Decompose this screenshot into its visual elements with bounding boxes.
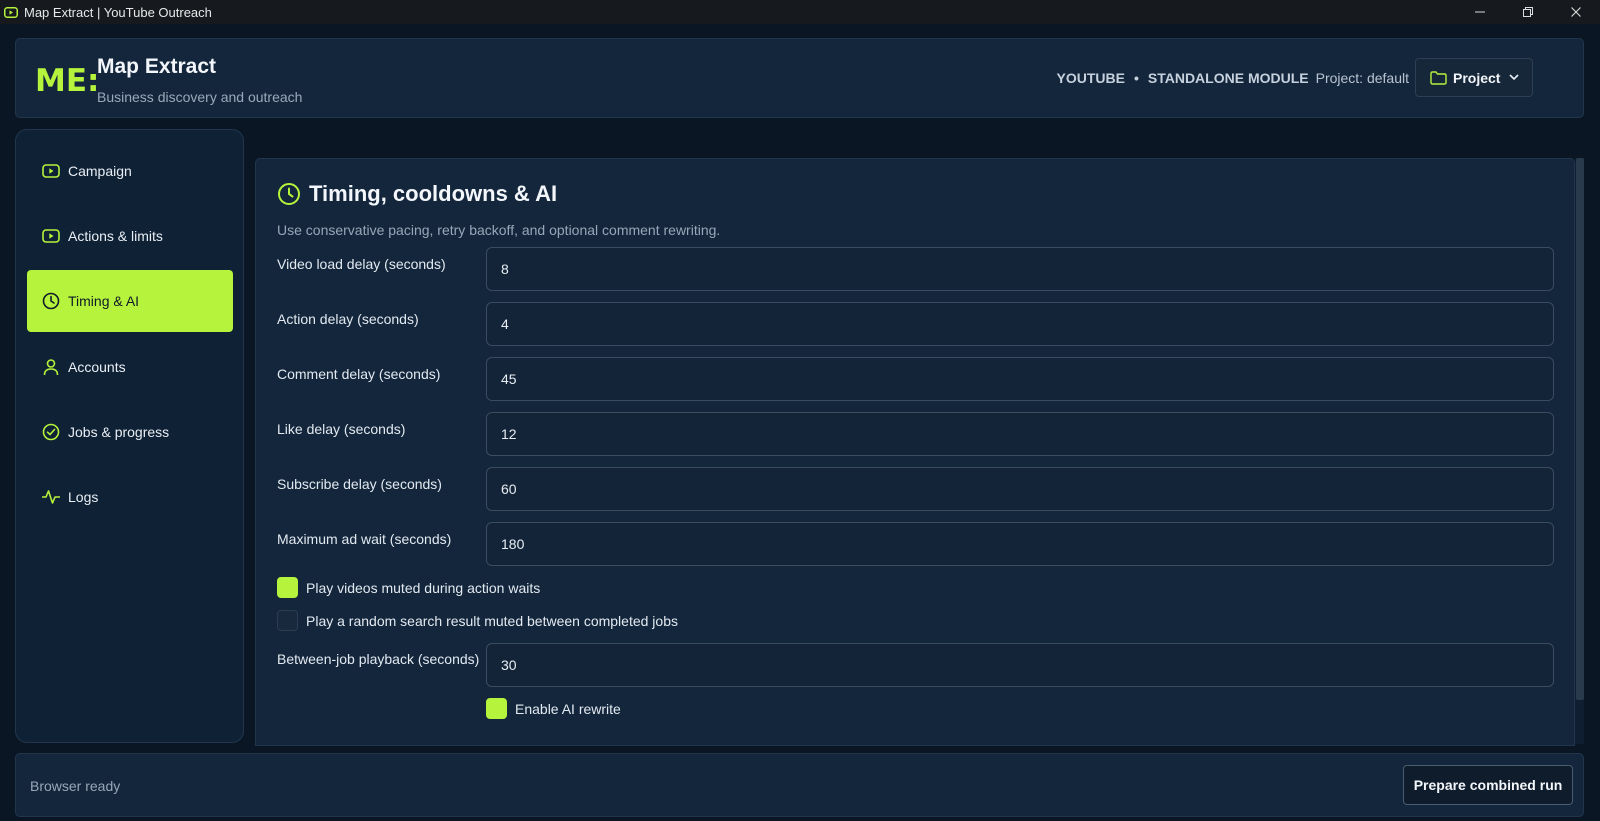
minimize-button[interactable]	[1456, 0, 1504, 24]
platform-label: YOUTUBE	[1056, 70, 1125, 86]
max-ad-wait-label: Maximum ad wait (seconds)	[277, 531, 452, 547]
scrollbar-thumb[interactable]	[1576, 158, 1584, 700]
random-search-checkbox[interactable]	[277, 610, 298, 631]
subscribe-delay-label: Subscribe delay (seconds)	[277, 476, 442, 492]
sidebar-item-label: Actions & limits	[68, 228, 163, 244]
play-muted-row[interactable]: Play videos muted during action waits	[277, 577, 540, 598]
app-logo: ME:	[35, 63, 100, 99]
activity-icon	[41, 487, 61, 507]
like-delay-label: Like delay (seconds)	[277, 421, 406, 437]
folder-icon	[1430, 70, 1447, 85]
section-title: Timing, cooldowns & AI	[277, 181, 557, 207]
app-header: ME: Map Extract Business discovery and o…	[15, 38, 1584, 118]
sidebar-item-actions-limits[interactable]: Actions & limits	[27, 205, 233, 267]
app-title: Map Extract	[97, 55, 217, 78]
like-delay-input[interactable]	[486, 412, 1554, 456]
module-info: YOUTUBE • STANDALONE MODULE Project: def…	[1057, 70, 1409, 86]
sidebar-item-label: Campaign	[68, 163, 132, 179]
section-description: Use conservative pacing, retry backoff, …	[277, 222, 721, 238]
settings-panel: Timing, cooldowns & AI Use conservative …	[255, 158, 1575, 746]
random-search-label: Play a random search result muted betwee…	[306, 612, 678, 629]
sidebar-item-label: Accounts	[68, 359, 126, 375]
section-title-text: Timing, cooldowns & AI	[309, 181, 558, 206]
status-text: Browser ready	[30, 778, 121, 794]
sidebar-item-jobs-progress[interactable]: Jobs & progress	[27, 401, 233, 463]
sidebar-item-campaign[interactable]: Campaign	[27, 140, 233, 202]
comment-delay-input[interactable]	[486, 357, 1554, 401]
separator-dot: •	[1133, 70, 1139, 86]
clock-icon	[41, 291, 61, 311]
window-title: Map Extract | YouTube Outreach	[24, 4, 212, 20]
youtube-icon	[41, 161, 61, 181]
restore-button[interactable]	[1504, 0, 1552, 24]
between-job-playback-input[interactable]	[486, 643, 1554, 687]
ai-rewrite-row[interactable]: Enable AI rewrite	[486, 698, 621, 719]
max-ad-wait-input[interactable]	[486, 522, 1554, 566]
prepare-combined-run-button[interactable]: Prepare combined run	[1403, 765, 1573, 805]
minimize-icon	[1475, 11, 1485, 13]
clock-icon	[277, 182, 301, 206]
project-button-label: Project	[1453, 69, 1501, 86]
restore-icon	[1523, 7, 1533, 17]
sidebar-item-label: Logs	[68, 489, 99, 505]
play-muted-label: Play videos muted during action waits	[306, 579, 541, 596]
title-bar: Map Extract | YouTube Outreach	[0, 0, 1600, 24]
between-job-playback-label: Between-job playback (seconds)	[277, 651, 480, 667]
video-load-delay-label: Video load delay (seconds)	[277, 256, 446, 272]
project-button[interactable]: Project	[1415, 58, 1533, 97]
sidebar-item-label: Timing & AI	[68, 293, 140, 309]
user-icon	[41, 357, 61, 377]
sidebar: Campaign Actions & limits Timing & AI Ac…	[15, 129, 244, 743]
footer-bar: Browser ready Prepare combined run	[15, 753, 1584, 817]
check-circle-icon	[41, 422, 61, 442]
close-icon	[1571, 7, 1581, 17]
sidebar-item-label: Jobs & progress	[68, 424, 170, 440]
ai-rewrite-label: Enable AI rewrite	[515, 700, 621, 717]
action-delay-input[interactable]	[486, 302, 1554, 346]
youtube-icon	[4, 6, 18, 18]
close-button[interactable]	[1552, 0, 1600, 24]
subscribe-delay-input[interactable]	[486, 467, 1554, 511]
youtube-icon	[41, 226, 61, 246]
random-search-row[interactable]: Play a random search result muted betwee…	[277, 610, 678, 631]
app-subtitle: Business discovery and outreach	[97, 89, 303, 105]
action-delay-label: Action delay (seconds)	[277, 311, 419, 327]
chevron-down-icon	[1508, 71, 1520, 83]
sidebar-item-timing-ai[interactable]: Timing & AI	[27, 270, 233, 332]
module-label: STANDALONE MODULE	[1147, 70, 1309, 86]
play-muted-checkbox[interactable]	[277, 577, 298, 598]
project-info: Project: default	[1315, 70, 1409, 86]
video-load-delay-input[interactable]	[486, 247, 1554, 291]
sidebar-item-accounts[interactable]: Accounts	[27, 336, 233, 398]
comment-delay-label: Comment delay (seconds)	[277, 366, 441, 382]
ai-rewrite-checkbox[interactable]	[486, 698, 507, 719]
sidebar-item-logs[interactable]: Logs	[27, 466, 233, 528]
